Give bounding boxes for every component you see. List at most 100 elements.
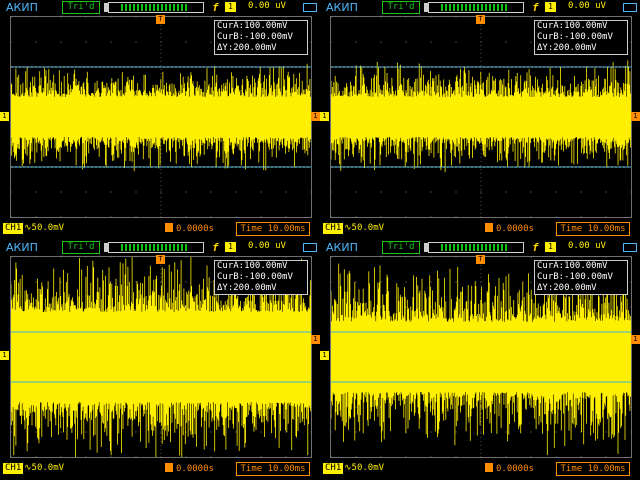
grid-dot [260,431,262,433]
grid-dot [455,281,457,283]
grid-dot [405,191,407,193]
grid-dot [380,306,382,308]
grid-dot [405,17,407,18]
grid-dot [235,431,237,433]
trigger-source-badge: 1 [225,2,236,12]
grid-dot [35,191,37,193]
channel-ground-marker: 1 [320,351,329,360]
trigger-delay: 0.0000s [165,223,214,234]
volts-per-div: ∿50.0mV [344,463,385,473]
trigger-level-marker: 1 [311,112,320,121]
grid-dot [605,406,607,408]
trigger-delay: 0.0000s [485,223,534,234]
grid-dot [35,216,37,217]
memory-position-icon [424,243,428,252]
grid-dot [310,216,311,217]
grid-dot [455,17,457,18]
grid-dot [355,406,357,408]
volts-per-div: ∿50.0mV [344,223,385,233]
status-bar: АКИП Tri'd f 1 0.00 uV [0,240,320,255]
grid-dot [331,17,332,18]
grid-dot [235,257,237,258]
memory-bar [104,242,204,253]
grid-dot [35,281,37,283]
grid-dot [480,431,482,433]
grid-dot [405,216,407,217]
grid-dot [35,17,37,18]
channel-badge: CH1 [3,223,24,234]
grid-dot [11,456,12,457]
trigger-level: 0.00 uV [248,1,286,11]
scope-screen-top-right: АКИП Tri'd f 1 0.00 uV T 1 1 CurA:100.00… [320,0,640,240]
trigger-delay-icon [485,463,493,472]
grid-dot [85,216,87,217]
usb-icon [303,3,317,12]
volts-per-div-value: 50.0mV [31,223,65,233]
grid-dot [35,456,37,457]
grid-dot [185,41,187,43]
trigger-status: Tri'd [382,1,420,14]
grid-dot [35,431,37,433]
grid-dot [555,216,557,217]
grid-dot [210,216,212,217]
trigger-level: 0.00 uV [568,241,606,251]
scope-screen-top-left: АКИП Tri'd f 1 0.00 uV T 1 1 CurA:100.00… [0,0,320,240]
memory-bar [424,2,524,13]
trigger-edge-icon: f [212,241,219,254]
channel-ground-marker: 1 [0,112,9,121]
grid-dot [60,41,62,43]
grid-dot [380,17,382,18]
grid-dot [331,281,332,283]
grid-dot [60,456,62,457]
grid-dot [260,257,262,258]
status-bar: АКИП Tri'd f 1 0.00 uV [320,240,640,255]
grid-dot [185,456,187,457]
grid-dot [160,191,162,193]
grid-dot [85,191,87,193]
grid-dot [405,456,407,457]
usb-icon [623,243,637,252]
grid-dot [160,456,162,457]
grid-dot [11,216,12,217]
grid-dot [185,191,187,193]
grid-dot [580,257,582,258]
memory-wave-icon [441,4,507,11]
trigger-level-marker: 1 [631,112,640,121]
grid-dot [630,281,631,283]
grid-dot [60,216,62,217]
trigger-status: Tri'd [382,241,420,254]
trigger-delay-icon [165,223,173,232]
grid-dot [580,17,582,18]
grid-dot [455,257,457,258]
grid-dot [630,216,631,217]
grid-dot [235,191,237,193]
grid-dot [430,431,432,433]
trigger-source-badge: 1 [225,242,236,252]
trigger-delay-value: 0.0000s [176,464,214,474]
grid-dot [430,257,432,258]
grid-dot [630,91,631,93]
grid-dot [235,216,237,217]
grid-dot [355,431,357,433]
grid-dot [555,257,557,258]
grid-dot [380,281,382,283]
time-base: Time 10.00ms [236,222,310,236]
brand-label: АКИП [6,241,38,254]
channel-badge: CH1 [323,223,344,234]
grid-dot [160,431,162,433]
grid-dot [11,257,12,258]
grid-dot [210,431,212,433]
trigger-position-marker: T [156,255,165,264]
brand-label: АКИП [326,1,358,14]
grid-dot [530,191,532,193]
volts-per-div-value: 50.0mV [351,223,385,233]
time-base: Time 10.00ms [556,462,630,476]
cursor-a-value: CurA:100.00mV [217,21,288,31]
grid-dot [630,306,631,308]
cursor-a-value: CurA:100.00mV [217,261,288,271]
trigger-delay-value: 0.0000s [496,464,534,474]
grid-dot [110,257,112,258]
grid-dot [11,17,12,18]
grid-dot [185,281,187,283]
channel-badge: CH1 [323,463,344,474]
